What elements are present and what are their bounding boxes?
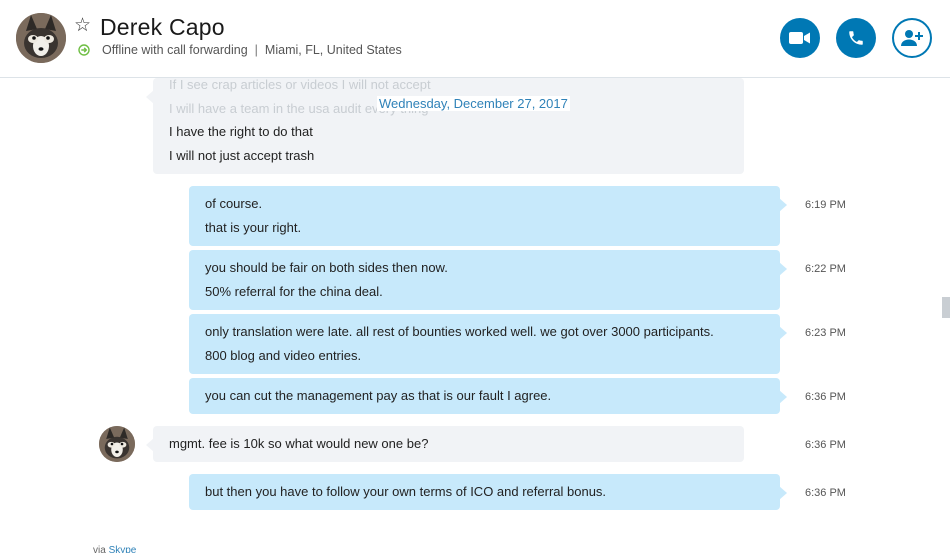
outgoing-message-bubble[interactable]: only translation were late. all rest of … xyxy=(189,314,787,374)
video-call-button[interactable] xyxy=(780,18,820,58)
message-line: I will not just accept trash xyxy=(169,148,315,163)
message-timestamp: 6:22 PM xyxy=(805,263,846,275)
message-timestamp: 6:36 PM xyxy=(805,439,846,451)
date-separator: Wednesday, December 27, 2017 xyxy=(377,96,570,111)
message-timestamp: 6:23 PM xyxy=(805,327,846,339)
outgoing-message-bubble[interactable]: you should be fair on both sides then no… xyxy=(189,250,787,310)
skype-link[interactable]: Skype xyxy=(109,545,137,553)
incoming-message-bubble[interactable]: mgmt. fee is 10k so what would new one b… xyxy=(146,426,744,462)
conversation-header: ☆ Derek Capo Offline with call forwardin… xyxy=(0,0,950,78)
message-timestamp: 6:36 PM xyxy=(805,487,846,499)
message-timestamp: 6:19 PM xyxy=(805,199,846,211)
message-timestamp: 6:36 PM xyxy=(805,391,846,403)
via-footer: via Skype xyxy=(93,545,136,553)
contact-avatar[interactable] xyxy=(16,13,66,63)
message-line: but then you have to follow your own ter… xyxy=(205,484,607,499)
contact-status-row: Offline with call forwarding | Miami, FL… xyxy=(78,43,402,57)
message-line: 50% referral for the china deal. xyxy=(205,284,383,299)
audio-call-button[interactable] xyxy=(836,18,876,58)
outgoing-message-bubble[interactable]: of course. that is your right. xyxy=(189,186,787,246)
status-divider: | xyxy=(254,43,258,57)
add-person-icon xyxy=(901,30,923,46)
contact-name: Derek Capo xyxy=(100,14,225,40)
outgoing-message-bubble[interactable]: you can cut the management pay as that i… xyxy=(189,378,787,414)
incoming-message-bubble[interactable]: If I see crap articles or videos I will … xyxy=(146,77,744,174)
favorite-star-icon[interactable]: ☆ xyxy=(74,14,91,38)
message-line: mgmt. fee is 10k so what would new one b… xyxy=(169,436,429,451)
outgoing-message-bubble[interactable]: but then you have to follow your own ter… xyxy=(189,474,787,510)
contact-location: Miami, FL, United States xyxy=(264,43,402,57)
message-line: I have the right to do that xyxy=(169,124,313,139)
scrollbar-thumb[interactable] xyxy=(942,297,950,318)
message-line: that is your right. xyxy=(205,220,302,235)
message-line: you should be fair on both sides then no… xyxy=(205,260,448,275)
call-forward-icon xyxy=(78,44,90,56)
message-line: 800 blog and video entries. xyxy=(205,348,362,363)
message-line: only translation were late. all rest of … xyxy=(205,324,714,339)
message-line: you can cut the management pay as that i… xyxy=(205,388,552,403)
contact-status: Offline with call forwarding xyxy=(102,43,248,57)
contact-chat-avatar[interactable] xyxy=(99,426,135,462)
via-prefix: via xyxy=(93,545,106,553)
add-people-button[interactable] xyxy=(892,18,932,58)
phone-icon xyxy=(849,31,863,45)
faded-message-line: If I see crap articles or videos I will … xyxy=(169,77,431,92)
message-line: of course. xyxy=(205,196,263,211)
video-camera-icon xyxy=(789,32,810,44)
